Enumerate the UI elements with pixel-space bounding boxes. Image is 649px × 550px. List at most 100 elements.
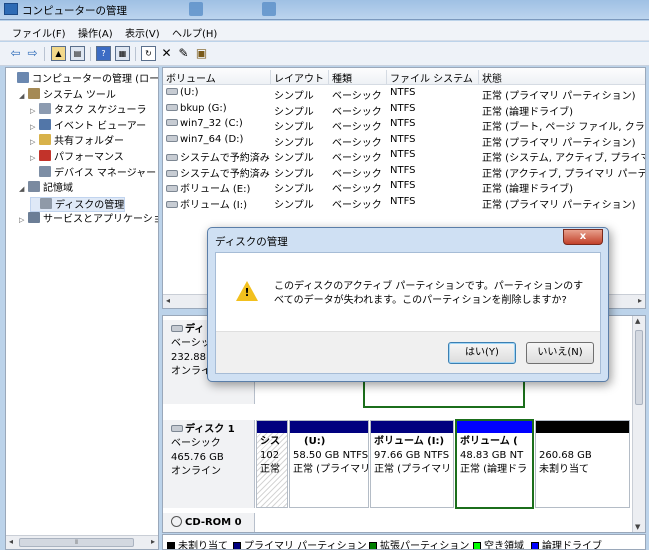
volume-cell-text: (U:)	[180, 87, 199, 98]
forward-icon[interactable]: ⇨	[25, 46, 40, 61]
scroll-up-icon[interactable]: ▲	[635, 317, 640, 325]
disk1-partition-u[interactable]: (U:) 58.50 GB NTFS 正常 (プライマリ	[289, 420, 369, 508]
tree-item[interactable]: ▷ タスク スケジューラ	[30, 103, 146, 118]
toolbar-separator	[135, 47, 136, 61]
legend-label: 論理ドライブ	[542, 541, 602, 550]
scroll-down-icon[interactable]: ▼	[635, 523, 640, 531]
scroll-right-icon[interactable]: ▸	[151, 537, 155, 546]
disk1-name: ディスク 1	[185, 424, 235, 435]
legend-free-space: 空き領域	[473, 537, 524, 549]
up-folder-icon[interactable]: ▲	[51, 46, 66, 61]
no-button[interactable]: いいえ(N)	[526, 342, 594, 364]
volume-cell-text: 正常 (論理ドライブ)	[482, 106, 573, 118]
tree-item[interactable]: ◢ 記憶域	[19, 181, 73, 196]
tree-item[interactable]: デバイス マネージャー	[30, 165, 157, 181]
back-icon[interactable]: ⇦	[8, 46, 23, 61]
menu-file[interactable]: ファイル(F)	[12, 25, 66, 40]
disk-icon[interactable]: ▣	[194, 46, 209, 61]
volume-cell-text: システムで予約済み	[180, 168, 270, 180]
disk-view-scrollbar[interactable]: ▲ ▼	[632, 316, 645, 532]
volume-row[interactable]: win7_64 (D:) シンプル ベーシック NTFS 正常 (プライマリ パーティシ…	[163, 133, 645, 149]
volume-row[interactable]: ボリューム (I:) シンプル ベーシック NTFS 正常 (プライマリ パーティション…	[163, 195, 645, 211]
volume-cell: ベーシック	[332, 165, 388, 180]
expand-arrow-icon[interactable]: ◢	[19, 182, 28, 197]
disk1-partition-system-reserved[interactable]: シス 102 正常	[256, 420, 288, 508]
volume-row[interactable]: bkup (G:) シンプル ベーシック NTFS 正常 (論理ドライブ)	[163, 102, 645, 118]
volume-drive-icon	[166, 200, 178, 208]
tree-item[interactable]: コンピューターの管理 (ローカ	[8, 72, 158, 87]
volume-row[interactable]: (U:) シンプル ベーシック NTFS 正常 (プライマリ パーティション)	[163, 86, 645, 102]
volume-cell: ベーシック	[332, 196, 388, 211]
performance-icon	[39, 150, 51, 161]
expand-arrow-icon[interactable]: ▷	[30, 104, 39, 119]
help-icon[interactable]: ?	[96, 46, 111, 61]
volume-cell-text: win7_32 (C:)	[180, 118, 243, 129]
menu-view[interactable]: 表示(V)	[125, 25, 160, 40]
scroll-left-icon[interactable]: ◂	[9, 537, 13, 546]
tree-item[interactable]: ◢ システム ツール	[19, 87, 116, 104]
tree-item[interactable]: ▷ パフォーマンス	[30, 150, 124, 165]
volume-cell: NTFS	[390, 196, 480, 207]
volume-cell: ベーシック	[332, 149, 388, 164]
scroll-right-icon[interactable]: ▸	[638, 296, 642, 305]
delete-icon[interactable]: ✕	[159, 46, 174, 61]
column-file-system[interactable]: ファイル システム	[387, 70, 479, 85]
cdrom-icon	[171, 516, 182, 527]
legend: 未割り当て プライマリ パーティション 拡張パーティション 空き領域 論理ドライ…	[162, 534, 646, 550]
menu-action[interactable]: 操作(A)	[78, 25, 113, 40]
tree-horizontal-scrollbar[interactable]: ◂ ⦀ ▸	[6, 535, 158, 549]
properties-icon[interactable]: ▦	[115, 46, 130, 61]
column-type[interactable]: 種類	[329, 70, 387, 85]
navigation-tree: コンピューターの管理 (ローカ ◢ システム ツール ▷ タスク スケジューラ ▷ イベント…	[5, 67, 159, 550]
partition-title: シス	[260, 436, 280, 447]
volume-row[interactable]: win7_32 (C:) シンプル ベーシック NTFS 正常 (ブート, ページ ファ…	[163, 117, 645, 133]
yes-button[interactable]: はい(Y)	[448, 342, 516, 364]
volume-cell: (U:)	[166, 87, 272, 98]
tree-item[interactable]: ▷ イベント ビューアー	[30, 118, 146, 135]
taskbar-icon	[189, 2, 203, 16]
expand-arrow-icon[interactable]: ▷	[30, 151, 39, 166]
tree-item[interactable]: ディスクの管理	[30, 196, 126, 212]
disk0-name: ディ	[185, 324, 205, 335]
dialog-body: ! このディスクのアクティブ パーティションです。パーティションのすべてのデータ…	[215, 252, 601, 374]
disk1-partition-logical-selected[interactable]: ボリューム ( 48.83 GB NT 正常 (論理ドラ	[455, 419, 534, 509]
volume-row[interactable]: システムで予約済み シンプル ベーシック NTFS 正常 (アクティブ, プライマリ パ…	[163, 164, 645, 180]
scroll-left-icon[interactable]: ◂	[166, 296, 170, 305]
disk1-unallocated[interactable]: 260.68 GB 未割り当て	[535, 420, 630, 508]
volume-row[interactable]: システムで予約済み シンプル ベーシック NTFS 正常 (システム, アクティブ, プ…	[163, 148, 645, 164]
volume-cell-text: 正常 (プライマリ パーティション)	[482, 137, 636, 149]
tree-item-label: デバイス マネージャー	[54, 167, 157, 179]
partition-status: 正常 (プライマリ	[293, 464, 369, 475]
volume-cell: NTFS	[390, 118, 480, 129]
volume-cell-text: ベーシック	[332, 106, 382, 118]
volume-cell: ベーシック	[332, 180, 388, 195]
tree-item[interactable]: ▷ 共有フォルダー	[30, 134, 124, 149]
column-status[interactable]: 状態	[479, 70, 645, 85]
expand-arrow-icon[interactable]: ◢	[19, 89, 28, 104]
column-layout[interactable]: レイアウト	[271, 70, 329, 85]
show-hide-tree-icon[interactable]: ▤	[70, 46, 85, 61]
legend-label: プライマリ パーティション	[244, 541, 367, 550]
refresh-icon[interactable]: ↻	[141, 46, 156, 61]
scroll-thumb[interactable]: ⦀	[19, 538, 134, 547]
volume-cell: 正常 (論理ドライブ)	[482, 103, 645, 118]
volume-cell: 正常 (システム, アクティブ, プライマ	[482, 149, 645, 164]
volume-cell: シンプル	[274, 103, 330, 118]
dialog-close-button[interactable]: x	[563, 229, 603, 245]
expand-arrow-icon[interactable]: ▷	[19, 213, 28, 228]
volume-cell-text: シンプル	[274, 122, 314, 133]
tree-item[interactable]: ▷ サービスとアプリケーション	[19, 212, 158, 228]
expand-arrow-icon[interactable]: ▷	[30, 120, 39, 135]
volume-row[interactable]: ボリューム (E:) シンプル ベーシック NTFS 正常 (論理ドライブ)	[163, 179, 645, 195]
cdrom-label[interactable]: CD-ROM 0	[163, 513, 255, 532]
disk1-label[interactable]: ディスク 1 ベーシック 465.76 GB オンライン	[163, 420, 255, 508]
column-volume[interactable]: ボリューム	[163, 70, 271, 85]
settings-icon[interactable]: ✎	[176, 46, 191, 61]
menu-help[interactable]: ヘルプ(H)	[172, 25, 217, 40]
toolbar-separator	[90, 47, 91, 61]
expand-arrow-icon[interactable]: ▷	[30, 135, 39, 150]
disk1-partition-i[interactable]: ボリューム (I:) 97.66 GB NTFS 正常 (プライマリ	[370, 420, 454, 508]
volume-cell-text: シンプル	[274, 137, 314, 149]
volume-cell: 正常 (論理ドライブ)	[482, 180, 645, 195]
scroll-thumb[interactable]	[635, 330, 643, 405]
